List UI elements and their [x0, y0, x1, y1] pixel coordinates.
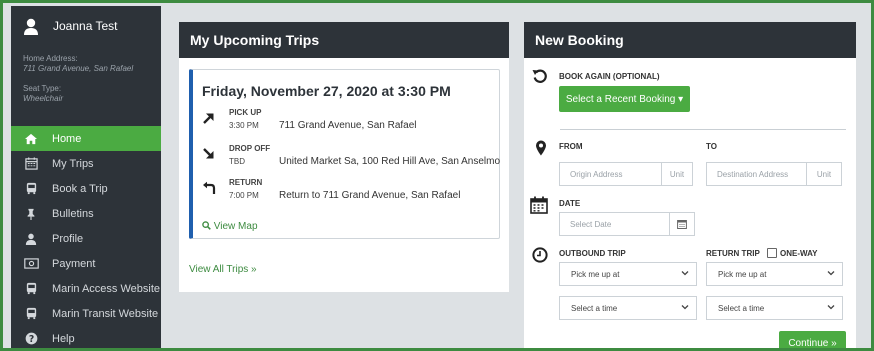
- return-time-value: Select a time: [718, 303, 765, 313]
- dropoff-label: DROP OFF: [229, 144, 271, 153]
- help-icon: ?: [23, 332, 39, 346]
- home-address-value: 711 Grand Avenue, San Rafael: [23, 64, 134, 73]
- one-way-checkbox[interactable]: [767, 248, 777, 258]
- return-trip-label: RETURN TRIP: [706, 249, 760, 258]
- clock-icon: [532, 247, 548, 263]
- upcoming-trips-panel: My Upcoming Trips Friday, November 27, 2…: [179, 22, 509, 292]
- sidebar-item-my-trips[interactable]: My Trips: [11, 151, 161, 176]
- one-way-label: ONE-WAY: [780, 249, 818, 258]
- home-address-label: Home Address:: [23, 54, 78, 63]
- chevron-down-icon: [681, 305, 689, 310]
- pickup-time: 3:30 PM: [229, 121, 259, 130]
- chevron-down-icon: [827, 271, 835, 276]
- trip-leg-pickup: PICK UP 3:30 PM 711 Grand Avenue, San Ra…: [202, 108, 502, 138]
- sidebar-item-label: Payment: [52, 257, 96, 270]
- calendar-icon: [530, 196, 548, 214]
- sidebar-item-profile[interactable]: Profile: [11, 226, 161, 251]
- outbound-pickup-value: Pick me up at: [571, 269, 620, 279]
- view-all-trips-link[interactable]: View All Trips »: [189, 264, 257, 275]
- outbound-time-value: Select a time: [571, 303, 618, 313]
- app-frame: Joanna Test Home Address: 711 Grand Aven…: [0, 0, 874, 351]
- from-label: FROM: [559, 142, 583, 151]
- destination-address-input[interactable]: Destination Address: [706, 162, 807, 186]
- return-pickup-select[interactable]: Pick me up at: [706, 262, 843, 286]
- sidebar-item-home[interactable]: Home: [11, 126, 161, 151]
- sidebar-item-label: Home: [52, 132, 82, 145]
- pin-icon: [23, 207, 39, 221]
- sidebar-item-bulletins[interactable]: Bulletins: [11, 201, 161, 226]
- return-time-select[interactable]: Select a time: [706, 296, 843, 320]
- history-icon: [532, 69, 547, 83]
- sidebar-item-book-a-trip[interactable]: Book a Trip: [11, 176, 161, 201]
- seat-type-label: Seat Type:: [23, 84, 62, 93]
- sidebar-item-label: Help: [52, 332, 75, 345]
- view-map-link[interactable]: View Map: [202, 221, 258, 232]
- sidebar-item-label: Bulletins: [52, 207, 94, 220]
- pickup-address: 711 Grand Avenue, San Rafael: [279, 120, 417, 131]
- select-recent-booking-button[interactable]: Select a Recent Booking ▾: [559, 86, 690, 112]
- arrow-down-right-icon: [203, 148, 214, 159]
- return-label: RETURN: [229, 178, 263, 187]
- section-divider: [560, 129, 846, 130]
- sidebar-item-label: Profile: [52, 232, 84, 245]
- date-input[interactable]: Select Date: [559, 212, 670, 236]
- home-icon: [23, 132, 39, 146]
- origin-address-input[interactable]: Origin Address: [559, 162, 662, 186]
- sidebar-nav: Home My Trips Book a Trip Bulletins Prof…: [11, 126, 161, 348]
- chevron-down-icon: [681, 271, 689, 276]
- sidebar-item-label: Marin Transit Website: [52, 307, 159, 320]
- sidebar-item-marin-transit-website[interactable]: Marin Transit Website: [11, 301, 161, 326]
- trip-date: Friday, November 27, 2020 at 3:30 PM: [202, 83, 451, 99]
- sidebar-item-payment[interactable]: Payment: [11, 251, 161, 276]
- continue-button[interactable]: Continue »: [779, 331, 846, 348]
- origin-unit-input[interactable]: Unit: [661, 162, 693, 186]
- chevron-down-icon: [827, 305, 835, 310]
- return-pickup-value: Pick me up at: [718, 269, 767, 279]
- user-icon: [23, 232, 39, 246]
- bus-icon: [23, 182, 39, 196]
- bus-icon: [23, 282, 39, 296]
- sidebar: Joanna Test Home Address: 711 Grand Aven…: [11, 6, 161, 348]
- outbound-trip-label: OUTBOUND TRIP: [559, 249, 626, 258]
- search-icon: [202, 221, 211, 230]
- money-icon: [23, 257, 39, 271]
- pickup-label: PICK UP: [229, 108, 262, 117]
- user-icon: [24, 18, 38, 35]
- map-marker-icon: [536, 140, 546, 156]
- destination-unit-input[interactable]: Unit: [806, 162, 842, 186]
- sidebar-item-label: Book a Trip: [52, 182, 108, 195]
- sidebar-item-label: My Trips: [52, 157, 94, 170]
- svg-text:?: ?: [28, 334, 33, 345]
- calendar-icon: [677, 220, 687, 229]
- return-address: Return to 711 Grand Avenue, San Rafael: [279, 190, 461, 201]
- seat-type-value: Wheelchair: [23, 94, 64, 103]
- sidebar-item-marin-access-website[interactable]: Marin Access Website: [11, 276, 161, 301]
- user-info: Joanna Test: [23, 16, 153, 36]
- return-time: 7:00 PM: [229, 191, 259, 200]
- return-arrow-icon: [203, 181, 216, 194]
- outbound-pickup-select[interactable]: Pick me up at: [559, 262, 697, 286]
- sidebar-item-help[interactable]: ? Help: [11, 326, 161, 348]
- outbound-time-select[interactable]: Select a time: [559, 296, 697, 320]
- sidebar-item-label: Marin Access Website: [52, 282, 161, 295]
- new-booking-title: New Booking: [524, 22, 856, 58]
- new-booking-panel: New Booking BOOK AGAIN (OPTIONAL) Select…: [524, 22, 856, 348]
- user-name: Joanna Test: [53, 19, 118, 33]
- calendar-icon: [23, 157, 39, 171]
- arrow-up-right-icon: [203, 113, 214, 124]
- date-label: DATE: [559, 199, 581, 208]
- trip-card: Friday, November 27, 2020 at 3:30 PM PIC…: [189, 69, 500, 239]
- dropoff-address: United Market Sa, 100 Red Hill Ave, San …: [279, 156, 501, 167]
- trip-leg-dropoff: DROP OFF TBD United Market Sa, 100 Red H…: [202, 144, 502, 174]
- to-label: TO: [706, 142, 717, 151]
- book-again-label: BOOK AGAIN (OPTIONAL): [559, 72, 660, 81]
- dropoff-time: TBD: [229, 157, 245, 166]
- date-picker-button[interactable]: [669, 212, 695, 236]
- bus-icon: [23, 307, 39, 321]
- trip-leg-return: RETURN 7:00 PM Return to 711 Grand Avenu…: [202, 178, 502, 208]
- upcoming-trips-title: My Upcoming Trips: [179, 22, 509, 58]
